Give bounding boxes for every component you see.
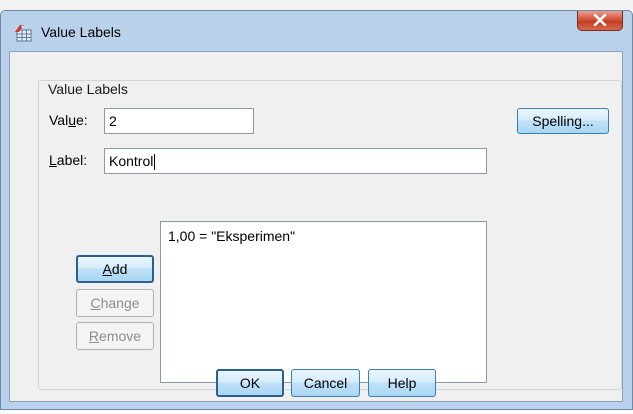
value-label: Value: — [49, 112, 88, 128]
value-input[interactable]: 2 — [104, 108, 254, 134]
value-input-text: 2 — [109, 113, 117, 129]
dialog-client-area: Value Labels Value: 2 Spelling... Label:… — [9, 51, 623, 402]
cancel-button[interactable]: Cancel — [291, 369, 360, 397]
add-button[interactable]: Add — [76, 255, 154, 283]
label-input-text: Kontrol — [109, 153, 154, 169]
label-input[interactable]: Kontrol — [104, 148, 487, 174]
close-icon — [593, 14, 607, 26]
help-button[interactable]: Help — [368, 369, 436, 397]
group-legend: Value Labels — [46, 81, 130, 97]
background-strip — [0, 0, 633, 10]
value-labels-list[interactable]: 1,00 = "Eksperimen" — [160, 221, 487, 383]
change-button[interactable]: Change — [76, 289, 154, 317]
close-button[interactable] — [577, 11, 623, 31]
remove-button[interactable]: Remove — [76, 322, 154, 350]
value-labels-app-icon — [14, 24, 32, 42]
label-label: Label: — [49, 152, 88, 168]
spelling-button[interactable]: Spelling... — [517, 108, 609, 134]
title-bar[interactable]: Value Labels — [1, 11, 632, 51]
ok-button[interactable]: OK — [216, 369, 284, 397]
list-item[interactable]: 1,00 = "Eksperimen" — [168, 228, 295, 244]
window-title: Value Labels — [41, 24, 121, 40]
value-labels-dialog: Value Labels Value Labels Value: 2 Spell… — [0, 10, 633, 410]
text-caret — [154, 154, 156, 171]
